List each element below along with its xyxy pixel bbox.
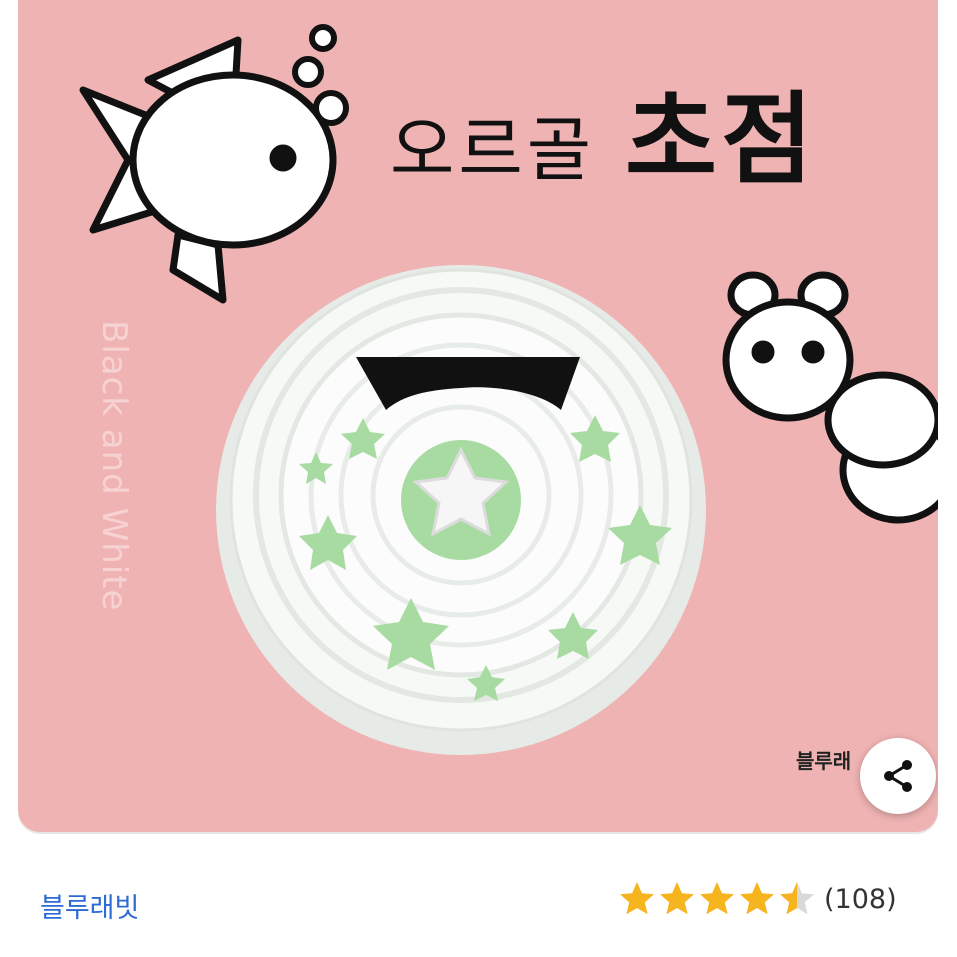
- rating[interactable]: (108): [618, 880, 897, 918]
- product-title: 오르골 초점: [390, 58, 817, 203]
- star-icon: [658, 880, 696, 918]
- vertical-subtitle: Black and White: [90, 320, 150, 630]
- caterpillar-illustration: [722, 271, 938, 524]
- share-icon: [884, 760, 912, 792]
- rating-stars: [618, 880, 816, 918]
- review-count: (108): [824, 883, 897, 915]
- vertical-subtitle-text: Black and White: [94, 320, 134, 612]
- publisher-mark: 블루래: [796, 749, 852, 773]
- star-icon: [778, 880, 816, 918]
- publisher-link[interactable]: 블루래빗: [40, 886, 139, 925]
- title-bold: 초점: [624, 81, 817, 198]
- share-button[interactable]: [860, 738, 936, 814]
- star-icon: [618, 880, 656, 918]
- title-light: 오르골: [390, 109, 596, 191]
- music-box-toy: [216, 265, 706, 755]
- star-icon: [698, 880, 736, 918]
- product-image[interactable]: 오르골 초점 Black and White 블루래: [18, 0, 938, 832]
- star-icon: [738, 880, 776, 918]
